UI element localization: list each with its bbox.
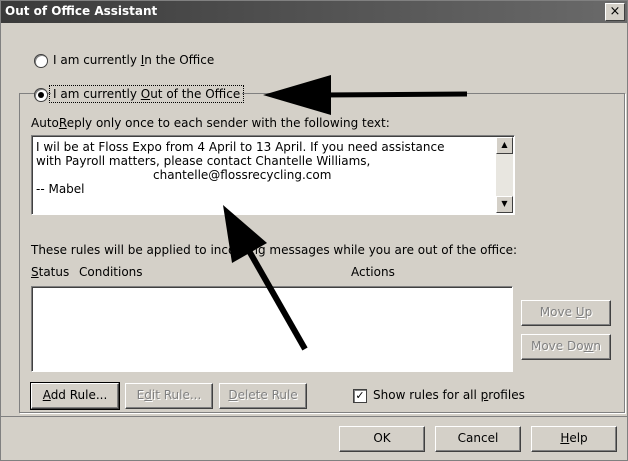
annotation-arrows (223, 75, 468, 351)
dialog-window: Out of Office Assistant × I am currently… (0, 0, 628, 461)
arrow-to-radio (263, 75, 468, 115)
arrow-to-textbox (223, 205, 308, 351)
